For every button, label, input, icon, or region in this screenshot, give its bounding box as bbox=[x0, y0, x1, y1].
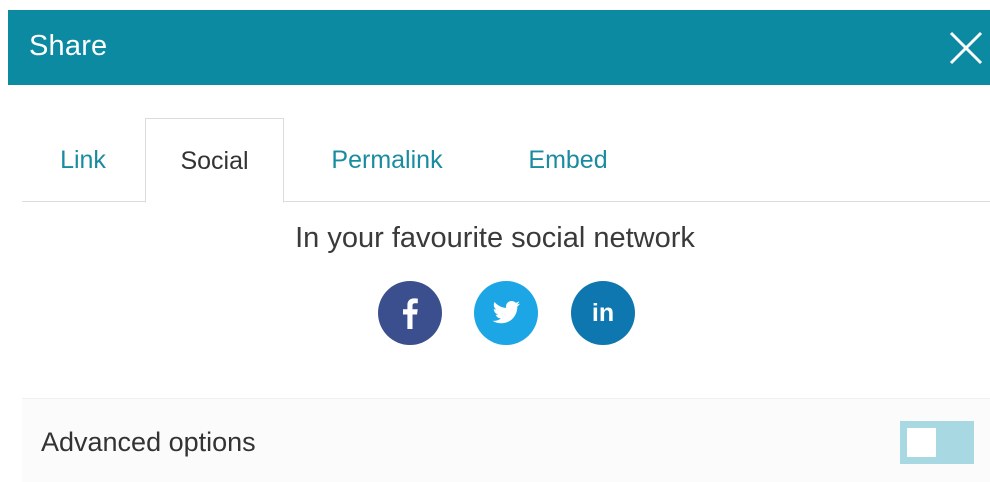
linkedin-share-button[interactable]: in bbox=[571, 281, 635, 345]
social-buttons: in bbox=[378, 281, 636, 345]
tab-embed[interactable]: Embed bbox=[490, 118, 646, 202]
dialog-header: Share bbox=[8, 10, 990, 85]
twitter-share-button[interactable] bbox=[474, 281, 538, 345]
tab-link[interactable]: Link bbox=[22, 118, 144, 202]
advanced-options-toggle[interactable] bbox=[900, 421, 974, 464]
tab-social[interactable]: Social bbox=[145, 118, 284, 203]
tab-permalink[interactable]: Permalink bbox=[284, 118, 490, 202]
dialog-title: Share bbox=[29, 30, 108, 62]
close-icon[interactable] bbox=[948, 30, 984, 66]
share-dialog: Share Link Social Permalink Embed In you… bbox=[0, 0, 990, 482]
facebook-share-button[interactable] bbox=[378, 281, 442, 345]
linkedin-icon: in bbox=[591, 299, 615, 327]
advanced-options-row: Advanced options bbox=[22, 398, 990, 482]
social-heading: In your favourite social network bbox=[295, 222, 695, 254]
share-tabs: Link Social Permalink Embed bbox=[22, 118, 990, 203]
facebook-icon bbox=[403, 298, 418, 329]
advanced-options-label: Advanced options bbox=[41, 427, 256, 457]
twitter-icon bbox=[492, 301, 520, 324]
toggle-knob bbox=[907, 428, 936, 457]
